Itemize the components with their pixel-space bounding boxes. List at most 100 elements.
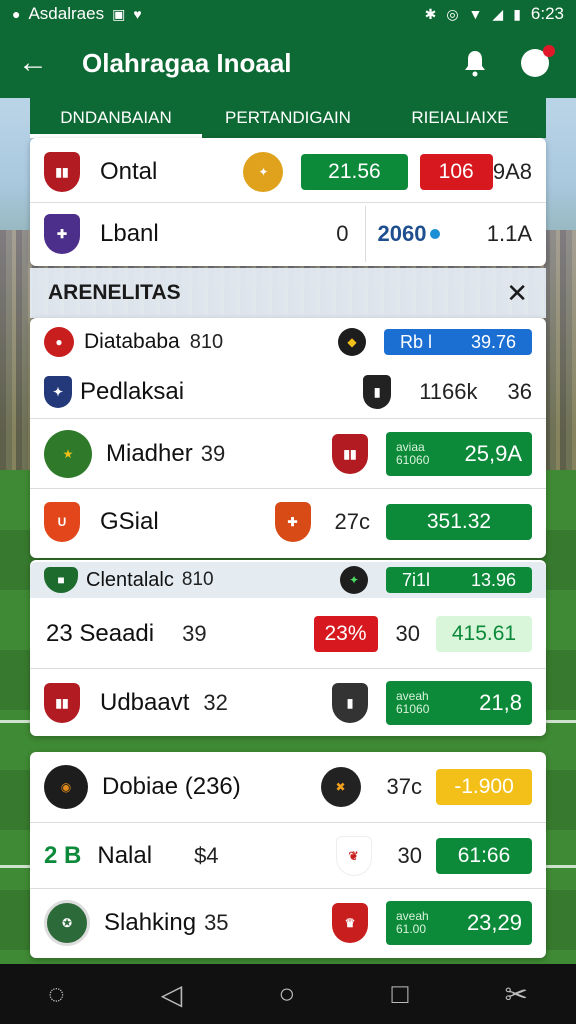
divider bbox=[30, 202, 546, 203]
odds-value: 23,29 bbox=[466, 910, 522, 935]
odds-sub-value: 61.00 bbox=[396, 922, 427, 936]
odds-pill[interactable]: -1.900 bbox=[436, 769, 532, 805]
live-indicator-icon bbox=[430, 229, 441, 239]
team-crest-icon: ▮▮ bbox=[44, 683, 80, 723]
odds-pill[interactable]: 61:66 bbox=[436, 838, 532, 874]
opponent-crest-icon: ✦ bbox=[340, 566, 368, 594]
match-extra: 30 bbox=[395, 621, 420, 646]
odds-box[interactable]: aveah 61060 21,8 bbox=[386, 681, 532, 725]
section-title: ARENELITAS bbox=[48, 281, 181, 304]
list-item[interactable]: ✪ Slahking 35 ♛ aveah 61.00 23,29 bbox=[30, 892, 546, 954]
divider bbox=[30, 888, 546, 889]
chat-icon: ♥ bbox=[133, 6, 142, 22]
back-arrow-icon[interactable]: ← bbox=[18, 46, 68, 80]
odds-box[interactable]: aviaa 61060 25,9A bbox=[386, 432, 532, 476]
team-name: Clentalalc bbox=[86, 568, 174, 591]
team-crest-icon: ✚ bbox=[44, 214, 80, 254]
team-name: Slahking bbox=[104, 909, 197, 936]
tools-icon[interactable]: ✂ bbox=[504, 978, 527, 1011]
odds-pill[interactable]: Rb l 39.76 bbox=[384, 329, 532, 355]
featured-row-1[interactable]: ▮▮ Ontal ✦ 21.56 106 9A8 bbox=[30, 146, 546, 198]
odds-value: 21,8 bbox=[479, 690, 522, 715]
divider bbox=[30, 418, 546, 419]
back-nav-icon[interactable]: ◁ bbox=[161, 978, 183, 1011]
team-prefix: 2 B bbox=[44, 842, 82, 869]
match-percent: 37c bbox=[386, 774, 422, 799]
team-name: Dobiae (236) bbox=[102, 773, 241, 800]
odds-pill[interactable]: 7i1l 13.96 bbox=[386, 567, 532, 593]
match-list-card: ◉ Dobiae (236) ✖ 37c -1.900 2 B Nalal $4… bbox=[30, 752, 546, 958]
tab-realtime[interactable]: RIEIALIAIXE bbox=[374, 98, 546, 138]
odds-pill[interactable]: 415.61 bbox=[436, 616, 532, 652]
opponent-crest-icon: ▮ bbox=[332, 683, 368, 723]
list-item[interactable]: ▮▮ Udbaavt 32 ▮ aveah 61060 21,8 bbox=[30, 672, 546, 734]
tab-pertandingan[interactable]: PERTANDIGAIN bbox=[202, 98, 374, 138]
list-item[interactable]: ■ Clentalalc 810 ✦ 7i1l 13.96 bbox=[30, 562, 546, 598]
odds-value: 25,9A bbox=[464, 441, 523, 466]
notification-bell-icon[interactable] bbox=[452, 40, 498, 86]
list-item[interactable]: ◉ Dobiae (236) ✖ 37c -1.900 bbox=[30, 756, 546, 818]
opponent-crest-icon: ♛ bbox=[332, 903, 368, 943]
team-crest-icon: ✪ bbox=[44, 900, 90, 946]
list-item[interactable]: 23 Seaadi 39 23% 30 415.61 bbox=[30, 602, 546, 666]
odds-pill[interactable]: 351.32 bbox=[386, 504, 532, 540]
team-name: Miadher bbox=[106, 440, 193, 467]
assistant-icon[interactable]: ◌ bbox=[48, 978, 65, 1010]
team-name: Diatababa bbox=[84, 330, 180, 353]
divider bbox=[364, 206, 366, 262]
featured-match-card[interactable]: ▮▮ Ontal ✦ 21.56 106 9A8 ✚ Lbanl 0 2060 … bbox=[30, 138, 546, 266]
tab-pendaftaran[interactable]: DNDANBAIAN bbox=[30, 98, 202, 138]
alarm-icon: ◎ bbox=[446, 5, 459, 22]
app-bar: ← Olahragaa Inoaal bbox=[0, 28, 576, 98]
match-extra: 1.1A bbox=[486, 221, 532, 246]
team-name: Pedlaksai bbox=[80, 378, 185, 405]
percent-badge[interactable]: 23% bbox=[313, 616, 378, 652]
live-value: 2060 bbox=[377, 221, 427, 246]
team-name: Ontal bbox=[100, 158, 158, 185]
match-number: 39 bbox=[182, 621, 207, 646]
match-list-card: ● Diatababa 810 ◆ Rb l 39.76 ✦ Pedlaksai… bbox=[30, 318, 546, 558]
divider bbox=[30, 668, 546, 669]
opponent-crest-icon: ✖ bbox=[320, 767, 361, 807]
opponent-crest-icon: ❦ bbox=[335, 836, 372, 876]
home-nav-icon[interactable]: ○ bbox=[278, 978, 295, 1010]
odds-label: Rb l bbox=[400, 331, 433, 352]
status-app-label: Asdalraes bbox=[28, 4, 105, 23]
football-profile-icon[interactable] bbox=[512, 40, 558, 86]
team-crest-icon: ✦ bbox=[44, 376, 72, 408]
recents-nav-icon[interactable]: □ bbox=[391, 978, 408, 1010]
status-bar: ● Asdalraes ▣ ♥ ✱ ◎ ▼ ◢ ▮ 6:23 bbox=[0, 0, 576, 28]
score-away[interactable]: 106 bbox=[419, 154, 493, 190]
match-number: 39 bbox=[200, 441, 226, 466]
team-crest-icon: ▮▮ bbox=[44, 152, 80, 192]
match-mid-value: 1166k bbox=[419, 379, 478, 404]
opponent-crest-icon: ✚ bbox=[274, 502, 311, 542]
list-item[interactable]: ● Diatababa 810 ◆ Rb l 39.76 bbox=[30, 322, 546, 362]
match-percent: 27c bbox=[334, 509, 370, 534]
odds-box[interactable]: aveah 61.00 23,29 bbox=[386, 901, 532, 945]
match-extra: 30 bbox=[397, 843, 422, 868]
status-time: 6:23 bbox=[530, 4, 564, 23]
list-item[interactable]: 2 B Nalal $4 ❦ 30 61:66 bbox=[30, 826, 546, 886]
section-header: ARENELITAS ✕ bbox=[30, 268, 546, 318]
team-crest-icon: ■ bbox=[44, 567, 78, 593]
list-item[interactable]: U GSial ✚ 27c 351.32 bbox=[30, 492, 546, 552]
system-nav-bar: ◌ ◁ ○ □ ✂ bbox=[0, 964, 576, 1024]
odds-sub-value: 61060 bbox=[396, 702, 430, 716]
list-item[interactable]: ✦ Pedlaksai ▮ 1166k 36 bbox=[30, 366, 546, 418]
score-home[interactable]: 21.56 bbox=[301, 154, 408, 190]
team-name: Lbanl bbox=[100, 220, 159, 247]
featured-row-2[interactable]: ✚ Lbanl 0 2060 1.1A bbox=[30, 206, 546, 262]
match-number: 35 bbox=[204, 910, 229, 935]
divider bbox=[30, 822, 546, 823]
team-name: GSial bbox=[100, 508, 159, 535]
opponent-crest-icon: ◆ bbox=[338, 328, 366, 356]
odds-value: 13.96 bbox=[470, 569, 516, 590]
close-icon[interactable]: ✕ bbox=[506, 278, 528, 309]
calendar-icon: ▣ bbox=[112, 5, 126, 22]
bluetooth-icon: ✱ bbox=[424, 5, 437, 22]
team-crest-icon: U bbox=[44, 502, 80, 542]
match-extra: 9A8 bbox=[492, 159, 532, 184]
list-item[interactable]: ★ Miadher 39 ▮▮ aviaa 61060 25,9A bbox=[30, 422, 546, 486]
odds-sub-value: 61060 bbox=[396, 453, 430, 467]
